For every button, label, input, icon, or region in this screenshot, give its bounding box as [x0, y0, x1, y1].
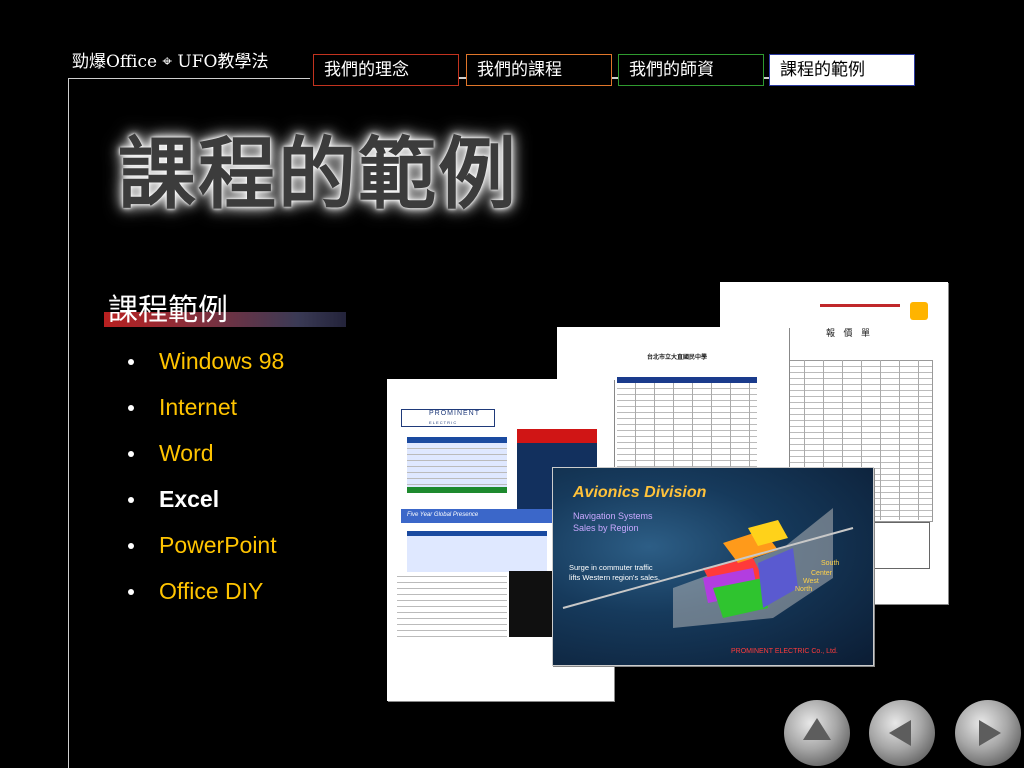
- tab-teachers[interactable]: 我們的師資: [618, 54, 764, 86]
- nav-next-button[interactable]: [955, 700, 1021, 766]
- page-title: 課程的範例: [118, 130, 519, 220]
- nav-prev-button[interactable]: [869, 700, 935, 766]
- bullet-icon: [128, 543, 134, 549]
- nav-up-button[interactable]: [784, 700, 850, 766]
- tab-course-examples[interactable]: 課程的範例: [769, 54, 915, 86]
- course-item-internet[interactable]: Internet: [128, 392, 284, 438]
- tab-philosophy[interactable]: 我們的理念: [313, 54, 459, 86]
- presence-table: [407, 531, 547, 572]
- invoice-summary-box: [870, 522, 930, 569]
- section-title: 課程範例: [108, 293, 228, 328]
- bullet-icon: [128, 451, 134, 457]
- bullet-icon: [128, 405, 134, 411]
- up-arrow-icon: [803, 718, 831, 740]
- course-item-word[interactable]: Word: [128, 438, 284, 484]
- bullet-icon: [128, 497, 134, 503]
- invoice-header-bar: [820, 304, 900, 307]
- left-arrow-icon: [889, 720, 911, 746]
- invoice-logo-icon: [910, 302, 928, 320]
- report-table-total: [407, 487, 507, 493]
- course-item-excel[interactable]: Excel: [128, 484, 284, 530]
- brand-title: 勁爆Office ⌖ UFO教學法: [72, 52, 269, 72]
- tab-courses[interactable]: 我們的課程: [466, 54, 612, 86]
- report-table: [407, 443, 507, 489]
- right-arrow-icon: [979, 720, 1001, 746]
- report-image-caption: [517, 429, 597, 443]
- frame-divider-horizontal: [68, 78, 310, 79]
- bullet-icon: [128, 359, 134, 365]
- course-item-office-diy[interactable]: Office DIY: [128, 576, 284, 622]
- report-chart-thumbnail: [509, 571, 553, 637]
- report-body-text: [397, 571, 507, 641]
- frame-divider-vertical: [68, 78, 69, 768]
- course-item-windows98[interactable]: Windows 98: [128, 346, 284, 392]
- sample-avionics-slide: Avionics Division Navigation Systems Sal…: [552, 467, 874, 666]
- course-item-powerpoint[interactable]: PowerPoint: [128, 530, 284, 576]
- bullet-icon: [128, 589, 134, 595]
- course-list: Windows 98 Internet Word Excel PowerPoin…: [128, 346, 284, 622]
